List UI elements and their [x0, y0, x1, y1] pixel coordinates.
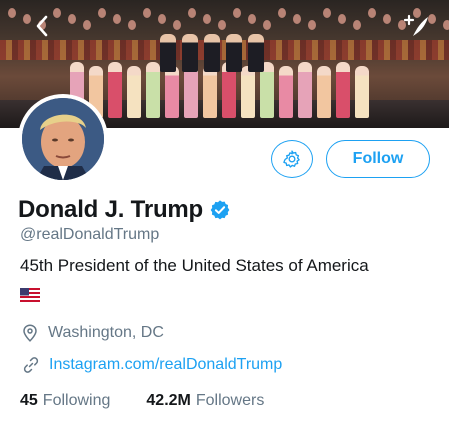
verified-badge-icon [210, 200, 230, 220]
banner-crowd-figure [53, 8, 61, 18]
banner-crowd-figure [158, 14, 166, 24]
banner-dignitary-figure [160, 34, 176, 72]
banner-dignitary-figure [248, 34, 264, 72]
banner-dignitary-figure [226, 34, 242, 72]
banner-dignitary-figure [182, 34, 198, 72]
follow-button[interactable]: Follow [326, 140, 430, 178]
profile-name-row: Donald J. Trump [18, 196, 231, 224]
banner-crowd-figure [383, 14, 391, 24]
profile-location: Washington, DC [22, 324, 164, 342]
following-count: 45 [20, 392, 38, 409]
banner-crowd-figure [173, 20, 181, 30]
banner-performer-figure [241, 66, 255, 118]
profile-bio: 45th President of the United States of A… [20, 256, 369, 275]
website-link[interactable]: Instagram.com/realDonaldTrump [49, 356, 282, 374]
banner-crowd-figure [293, 14, 301, 24]
followers-count: 42.2M [146, 392, 191, 409]
following-stat[interactable]: 45 Following [20, 392, 110, 410]
banner-dignitary-figure [204, 34, 220, 72]
location-text: Washington, DC [48, 324, 164, 341]
banner-stage-decoration [0, 40, 449, 60]
banner-crowd-figure [83, 20, 91, 30]
banner-performer-figure [108, 62, 122, 118]
banner-performer-figure [165, 66, 179, 118]
banner-crowd-figure [8, 8, 16, 18]
banner-crowd-figure [128, 20, 136, 30]
following-label: Following [42, 392, 111, 409]
banner-crowd-figure [143, 8, 151, 18]
banner-crowd-figure [233, 8, 241, 18]
banner-crowd-figure [353, 20, 361, 30]
profile-website[interactable]: Instagram.com/realDonaldTrump [22, 356, 282, 374]
banner-crowd-figure [248, 14, 256, 24]
banner-performer-figure [127, 66, 141, 118]
profile-stats: 45 Following 42.2M Followers [20, 392, 264, 410]
banner-performer-figure [355, 66, 369, 118]
banner-performer-figure [317, 66, 331, 118]
banner-crowd-figure [308, 20, 316, 30]
banner-performer-figure [336, 62, 350, 118]
banner-crowd-figure [68, 14, 76, 24]
followers-stat[interactable]: 42.2M Followers [146, 392, 264, 410]
avatar-photo [22, 98, 104, 180]
banner-crowd-figure [368, 8, 376, 18]
banner-crowd-figure [188, 8, 196, 18]
display-name: Donald J. Trump [18, 196, 204, 223]
banner-performer-figure [298, 62, 312, 118]
gear-icon [283, 150, 300, 168]
avatar[interactable] [18, 94, 108, 184]
followers-label: Followers [195, 392, 265, 409]
banner-crowd-figure [98, 8, 106, 18]
banner-crowd-figure [218, 20, 226, 30]
back-icon[interactable] [30, 14, 54, 38]
banner-performer-figure [203, 66, 217, 118]
location-pin-icon [23, 324, 37, 342]
banner-crowd-figure [323, 8, 331, 18]
compose-icon[interactable] [403, 12, 431, 40]
banner-crowd-figure [263, 20, 271, 30]
link-icon [23, 357, 39, 373]
profile-settings-button[interactable] [271, 140, 313, 178]
banner-crowd-figure [443, 20, 449, 30]
profile-handle: @realDonaldTrump [20, 226, 160, 243]
follow-button-label: Follow [352, 150, 404, 167]
banner-crowd-figure [338, 14, 346, 24]
banner-performer-figure [279, 66, 293, 118]
banner-crowd-figure [278, 8, 286, 18]
banner-crowd-figure [203, 14, 211, 24]
us-flag-icon [20, 288, 40, 302]
banner-performer-figure [146, 62, 160, 118]
banner-crowd-figure [113, 14, 121, 24]
